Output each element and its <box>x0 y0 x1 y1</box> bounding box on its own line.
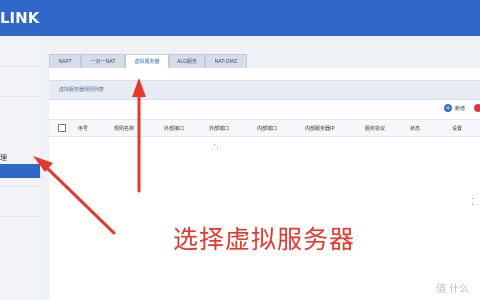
annotation-arrow-left <box>43 164 116 235</box>
annotation-caption: 选择虚拟服务器 <box>173 225 356 254</box>
watermark: 值 什么 <box>436 284 470 295</box>
annotation-arrow-up-head <box>132 78 146 97</box>
